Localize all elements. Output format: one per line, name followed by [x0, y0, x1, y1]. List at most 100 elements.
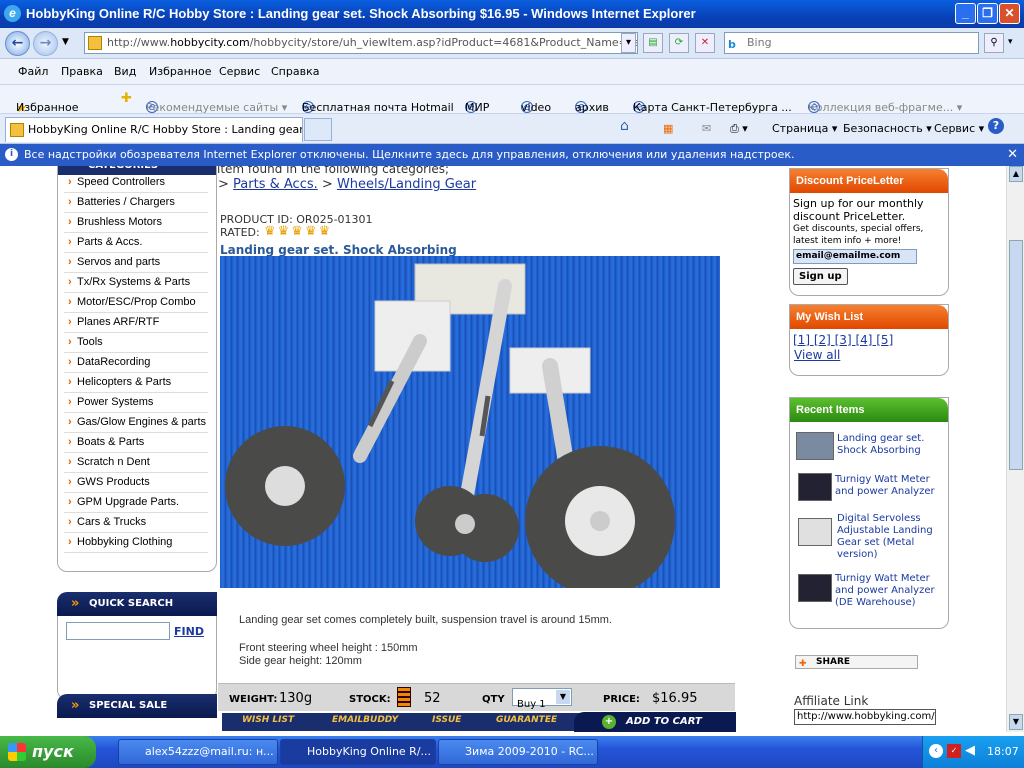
category-servos[interactable]: Servos and parts	[64, 253, 208, 273]
guarantee-button[interactable]: GUARANTEE	[496, 715, 557, 725]
find-button[interactable]: FIND	[174, 625, 204, 638]
tools-menu[interactable]: Сервис ▾	[934, 122, 984, 135]
category-scratch-dent[interactable]: Scratch n Dent	[64, 453, 208, 473]
category-batteries[interactable]: Batteries / Chargers	[64, 193, 208, 213]
wish-list-pages[interactable]: [1] [2] [3] [4] [5]	[793, 333, 893, 347]
qty-select[interactable]: Buy 1 ▼	[512, 688, 572, 710]
minimize-button[interactable]: _	[955, 3, 976, 24]
product-main: item found in the following categories; …	[217, 166, 788, 732]
breadcrumb-landing-gear[interactable]: Wheels/Landing Gear	[337, 177, 476, 192]
menu-help[interactable]: Справка	[271, 65, 319, 78]
breadcrumb-parts[interactable]: Parts & Accs.	[233, 177, 318, 192]
category-txrx[interactable]: Tx/Rx Systems & Parts	[64, 273, 208, 293]
product-description-line3: Side gear height: 120mm	[239, 655, 362, 667]
share-button[interactable]: ✚ SHARE	[795, 655, 918, 669]
menu-file[interactable]: Файл	[18, 65, 48, 78]
antivirus-icon[interactable]: ✓	[947, 744, 961, 758]
new-tab-button[interactable]	[304, 118, 332, 141]
search-options-icon[interactable]: ▾	[1008, 37, 1013, 47]
scroll-up-icon[interactable]: ▲	[1009, 166, 1023, 182]
vertical-scrollbar[interactable]: ▲ ▼	[1006, 166, 1024, 732]
category-parts[interactable]: Parts & Accs.	[64, 233, 208, 253]
volume-icon[interactable]: ◀	[965, 743, 975, 759]
category-cars[interactable]: Cars & Trucks	[64, 513, 208, 533]
search-input[interactable]: b Bing	[724, 32, 979, 54]
add-to-cart-button[interactable]: + ADD TO CART	[574, 712, 736, 732]
compatibility-view-icon[interactable]: ▤	[643, 33, 663, 53]
help-icon[interactable]: ?	[988, 118, 1004, 134]
history-dropdown-icon[interactable]: ▼	[62, 37, 69, 47]
wish-list-button[interactable]: WISH LIST	[242, 715, 294, 725]
start-button[interactable]: пуск	[0, 736, 96, 768]
tray-expand-icon[interactable]: ‹	[929, 744, 943, 758]
category-tools[interactable]: Tools	[64, 333, 208, 353]
weight-label: WEIGHT:	[229, 694, 278, 705]
category-datarecording[interactable]: DataRecording	[64, 353, 208, 373]
maximize-button[interactable]: ❐	[977, 3, 998, 24]
refresh-icon[interactable]: ⟳	[669, 33, 689, 53]
issue-button[interactable]: ISSUE	[432, 715, 461, 725]
address-input[interactable]: http://www.hobbycity.com/hobbycity/store…	[84, 32, 638, 54]
recent-item-thumbnail[interactable]	[798, 574, 832, 602]
tab-hobbyking[interactable]: HobbyKing Online R/C Hobby Store : Landi…	[5, 117, 303, 142]
category-engines[interactable]: Gas/Glow Engines & parts	[64, 413, 208, 433]
category-power-systems[interactable]: Power Systems	[64, 393, 208, 413]
category-gpm[interactable]: GPM Upgrade Parts.	[64, 493, 208, 513]
page-menu[interactable]: Страница ▾	[772, 122, 837, 135]
breadcrumb-separator: >	[218, 177, 229, 192]
print-icon[interactable]: ⎙ ▾	[730, 122, 748, 136]
menu-edit[interactable]: Правка	[61, 65, 103, 78]
system-tray: ‹ ✓ ◀ 18:07	[922, 736, 1024, 768]
taskbar-item-winter[interactable]: Зима 2009-2010 - RC...	[438, 739, 598, 765]
category-boats[interactable]: Boats & Parts	[64, 433, 208, 453]
stop-icon[interactable]: ✕	[695, 33, 715, 53]
product-action-bar: WISH LIST EMAILBUDDY ISSUE GUARANTEE + A…	[222, 712, 736, 732]
safety-menu[interactable]: Безопасность ▾	[843, 122, 932, 135]
recent-item-1[interactable]: Landing gear set. Shock Absorbing	[837, 433, 947, 457]
category-speed-controllers[interactable]: Speed Controllers	[64, 173, 208, 193]
taskbar-item-mail[interactable]: alex54zzz@mail.ru: н...	[118, 739, 278, 765]
category-planes[interactable]: Planes ARF/RTF	[64, 313, 208, 333]
category-helicopters[interactable]: Helicopters & Parts	[64, 373, 208, 393]
quick-search-input[interactable]	[66, 622, 170, 640]
addons-info-bar[interactable]: i Все надстройки обозревателя Internet E…	[0, 144, 1024, 166]
close-info-bar-icon[interactable]: ✕	[1007, 144, 1018, 165]
menu-favorites[interactable]: Избранное	[149, 65, 211, 78]
recent-item-thumbnail[interactable]	[798, 518, 832, 546]
close-button[interactable]: ✕	[999, 3, 1020, 24]
add-favorite-icon[interactable]: ✚	[121, 91, 132, 106]
scroll-down-icon[interactable]: ▼	[1009, 714, 1023, 730]
category-clothing[interactable]: Hobbyking Clothing	[64, 533, 208, 553]
share-icon: ✚	[799, 659, 807, 669]
signup-button[interactable]: Sign up	[793, 268, 848, 285]
taskbar-item-hobbyking[interactable]: HobbyKing Online R/...	[280, 739, 436, 765]
discount-text-3: Get discounts, special offers,	[793, 224, 924, 234]
recent-item-2[interactable]: Turnigy Watt Meter and power Analyzer	[835, 474, 945, 498]
emailbuddy-button[interactable]: EMAILBUDDY	[332, 715, 398, 725]
back-arrow-icon[interactable]: ←	[5, 31, 30, 56]
scroll-thumb[interactable]	[1009, 240, 1023, 470]
mail-icon[interactable]: ✉	[702, 122, 711, 135]
feeds-icon[interactable]: ▦	[663, 122, 673, 135]
recent-item-3[interactable]: Digital Servoless Adjustable Landing Gea…	[837, 513, 947, 561]
address-dropdown-icon[interactable]: ▾	[621, 33, 636, 53]
bing-logo-icon: b	[728, 38, 736, 51]
recent-item-thumbnail[interactable]	[796, 432, 834, 460]
recent-item-4[interactable]: Turnigy Watt Meter and power Analyzer (D…	[835, 573, 945, 609]
share-label: SHARE	[816, 657, 851, 667]
search-placeholder: Bing	[747, 36, 772, 49]
category-combo[interactable]: Motor/ESC/Prop Combo	[64, 293, 208, 313]
stock-label: STOCK:	[349, 694, 391, 705]
add-to-cart-label: ADD TO CART	[626, 716, 702, 727]
search-icon[interactable]: ⚲	[984, 33, 1004, 53]
view-all-link[interactable]: View all	[794, 348, 840, 362]
affiliate-link-input[interactable]: http://www.hobbyking.com/h	[794, 709, 936, 725]
home-icon[interactable]: ⌂	[620, 118, 629, 134]
recent-item-thumbnail[interactable]	[798, 473, 832, 501]
category-gws[interactable]: GWS Products	[64, 473, 208, 493]
menu-view[interactable]: Вид	[114, 65, 136, 78]
category-brushless-motors[interactable]: Brushless Motors	[64, 213, 208, 233]
forward-arrow-icon[interactable]: →	[33, 31, 58, 56]
email-input[interactable]: email@emailme.com	[793, 249, 917, 264]
menu-tools[interactable]: Сервис	[219, 65, 260, 78]
